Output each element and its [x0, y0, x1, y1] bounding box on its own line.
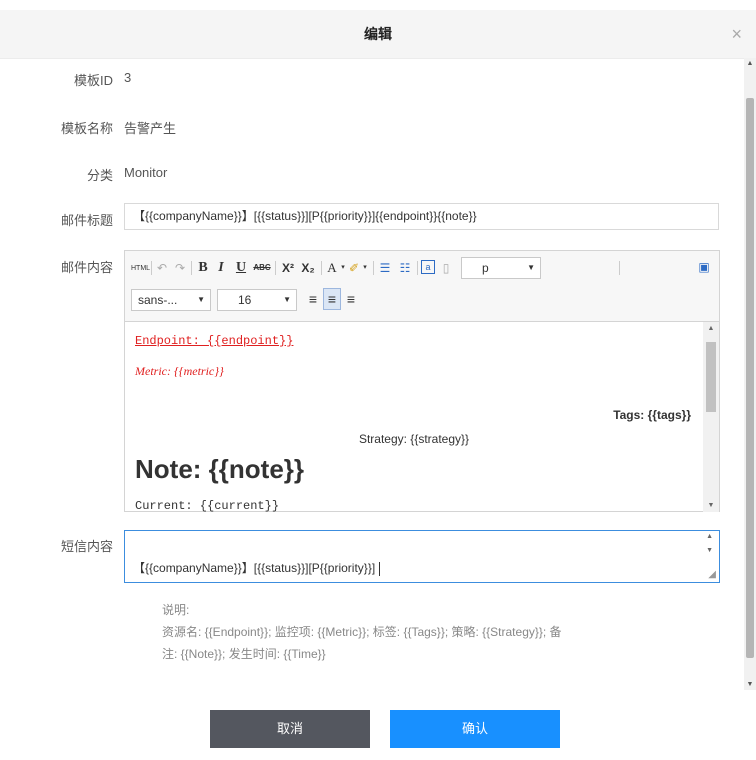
- superscript-button[interactable]: X²: [279, 258, 297, 278]
- scroll-up-icon[interactable]: ▲: [706, 533, 713, 540]
- editor-content[interactable]: Endpoint: {{endpoint}} Metric: {{metric}…: [125, 322, 703, 512]
- editor-scrollbar[interactable]: ▲ ▼: [703, 322, 719, 512]
- bold-button[interactable]: B: [195, 258, 211, 278]
- toolbar-divider: [619, 261, 620, 275]
- help-title: 说明:: [162, 603, 190, 617]
- toolbar-divider: [373, 261, 374, 275]
- category-label: 分类: [86, 168, 113, 183]
- toolbar-divider: [151, 261, 152, 275]
- toolbar-divider: [321, 261, 322, 275]
- chevron-down-icon: ▼: [283, 295, 291, 304]
- confirm-button[interactable]: 确认: [390, 710, 560, 748]
- editor-scroll-thumb[interactable]: [706, 342, 716, 412]
- dialog-header: 编辑 ×: [0, 10, 756, 59]
- dialog-scroll-thumb[interactable]: [746, 98, 754, 658]
- mail-content-label: 邮件内容: [60, 260, 113, 275]
- strikethrough-button[interactable]: ABC: [253, 258, 271, 278]
- chevron-down-icon: ▼: [197, 295, 205, 304]
- fullscreen-icon[interactable]: ▣: [697, 257, 711, 277]
- sms-content-label: 短信内容: [60, 539, 113, 554]
- paragraph-format-select[interactable]: p ▼: [461, 257, 541, 279]
- content-endpoint-text: Endpoint: {{endpoint}}: [135, 334, 294, 348]
- redo-icon[interactable]: ↷: [173, 258, 187, 278]
- content-current-line: Current: {{current}}: [135, 499, 280, 512]
- unordered-list-icon[interactable]: ☷: [397, 258, 413, 278]
- editor-toolbar: HTML ↶ ↷ B I U ABC X² X₂ A ▾ ✐ ▾ ☰ ☷ a ▯…: [125, 251, 719, 322]
- paragraph-format-value: p: [482, 261, 489, 275]
- toolbar-divider: [417, 261, 418, 275]
- ordered-list-icon[interactable]: ☰: [377, 258, 393, 278]
- scroll-down-icon[interactable]: ▼: [744, 681, 756, 688]
- content-tags-line: Tags: {{tags}}: [613, 408, 691, 422]
- content-strategy-line: Strategy: {{strategy}}: [358, 432, 470, 446]
- rich-text-editor: HTML ↶ ↷ B I U ABC X² X₂ A ▾ ✐ ▾ ☰ ☷ a ▯…: [124, 250, 720, 512]
- template-id-value: 3: [124, 70, 132, 85]
- sms-content-text: 【{{companyName}}】[{{status}}][P{{priorit…: [133, 561, 376, 575]
- chevron-down-icon: ▼: [527, 263, 535, 272]
- content-note-heading: Note: {{note}}: [135, 454, 305, 484]
- template-name-label: 模板名称: [60, 121, 113, 136]
- scroll-up-icon[interactable]: ▲: [703, 325, 719, 332]
- align-center-button[interactable]: ≡: [323, 288, 341, 310]
- edit-dialog: 编辑 × 模板ID 3 模板名称 告警产生 分类 Monitor 邮件标题 【{…: [0, 0, 756, 760]
- align-right-button[interactable]: ≡: [343, 289, 359, 309]
- subscript-button[interactable]: X₂: [299, 258, 317, 278]
- close-icon[interactable]: ×: [731, 22, 742, 46]
- category-value: Monitor: [124, 165, 168, 180]
- content-metric-line: Metric: {{metric}}: [135, 364, 224, 378]
- dialog-title: 编辑: [364, 26, 392, 42]
- scroll-down-icon[interactable]: ▼: [706, 547, 713, 554]
- toolbar-divider: [191, 261, 192, 275]
- font-color-button[interactable]: A: [325, 258, 339, 278]
- scroll-up-icon[interactable]: ▲: [744, 60, 756, 67]
- mail-subject-label: 邮件标题: [60, 213, 113, 228]
- sms-content-textarea[interactable]: 【{{companyName}}】[{{status}}][P{{priorit…: [124, 530, 720, 583]
- font-family-select[interactable]: sans-... ▼: [131, 289, 211, 311]
- align-left-button[interactable]: ≡: [305, 289, 321, 309]
- undo-icon[interactable]: ↶: [155, 258, 169, 278]
- dialog-scrollbar[interactable]: ▲ ▼: [744, 58, 756, 690]
- cancel-button[interactable]: 取消: [210, 710, 370, 748]
- mail-subject-input[interactable]: 【{{companyName}}】[{{status}}][P{{priorit…: [124, 203, 719, 230]
- font-family-value: sans-...: [138, 293, 178, 307]
- toolbar-divider: [275, 261, 276, 275]
- font-size-value: 16: [238, 293, 252, 307]
- scroll-down-icon[interactable]: ▼: [703, 502, 719, 509]
- chevron-down-icon[interactable]: ▾: [339, 258, 347, 278]
- code-icon[interactable]: a: [421, 260, 435, 274]
- resize-handle-icon[interactable]: ◢: [708, 569, 716, 580]
- blank-page-icon[interactable]: ▯: [439, 258, 453, 278]
- template-id-label: 模板ID: [73, 73, 113, 88]
- content-endpoint-line: Endpoint: {{endpoint}}: [135, 334, 313, 348]
- italic-button[interactable]: I: [213, 258, 229, 278]
- help-line-1: 资源名: {{Endpoint}}; 监控项: {{Metric}}; 标签: …: [162, 625, 562, 639]
- html-source-button[interactable]: HTML: [131, 259, 150, 279]
- chevron-down-icon[interactable]: ▾: [361, 258, 369, 278]
- sms-content-value: 【{{companyName}}】[{{status}}][P{{priorit…: [133, 559, 381, 576]
- highlight-icon[interactable]: ✐: [347, 258, 361, 278]
- font-size-select[interactable]: 16 ▼: [217, 289, 297, 311]
- underline-button[interactable]: U: [233, 258, 249, 278]
- template-name-value: 告警产生: [124, 121, 177, 136]
- help-line-2: 注: {{Note}}; 发生时间: {{Time}}: [162, 647, 326, 661]
